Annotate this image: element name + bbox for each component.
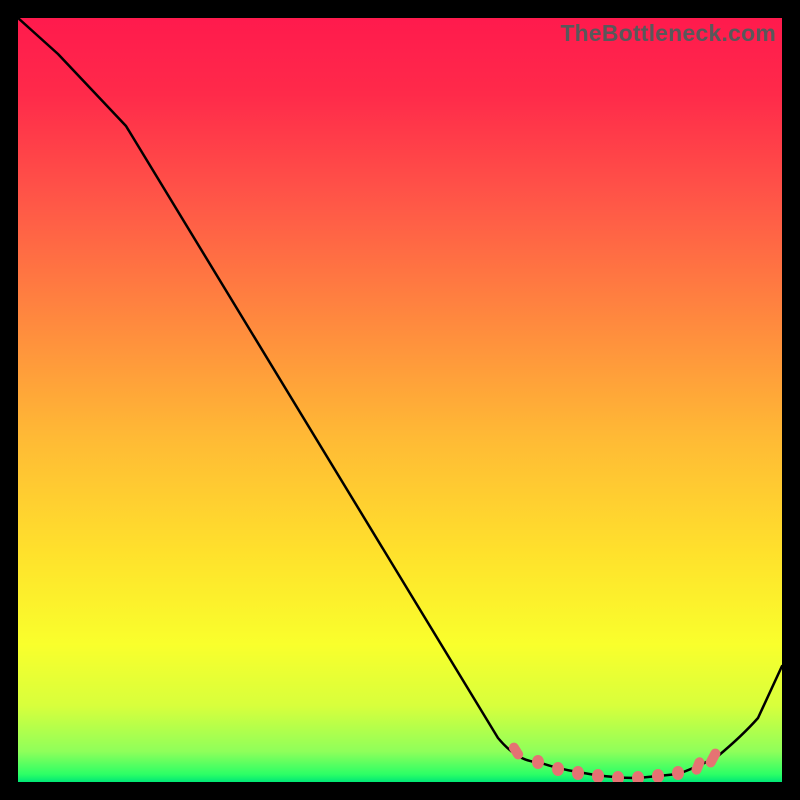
dot — [704, 747, 722, 769]
dot — [572, 766, 584, 780]
dot — [690, 756, 706, 776]
dot — [592, 769, 604, 782]
dot — [672, 766, 684, 780]
dot — [552, 762, 564, 776]
chart-frame: TheBottleneck.com — [0, 0, 800, 800]
bottleneck-curve — [18, 18, 782, 778]
highlight-dots — [507, 741, 722, 782]
dot — [612, 771, 624, 782]
dot — [532, 755, 544, 769]
plot-area: TheBottleneck.com — [18, 18, 782, 782]
dot — [632, 771, 644, 782]
chart-svg — [18, 18, 782, 782]
dot — [652, 769, 664, 782]
